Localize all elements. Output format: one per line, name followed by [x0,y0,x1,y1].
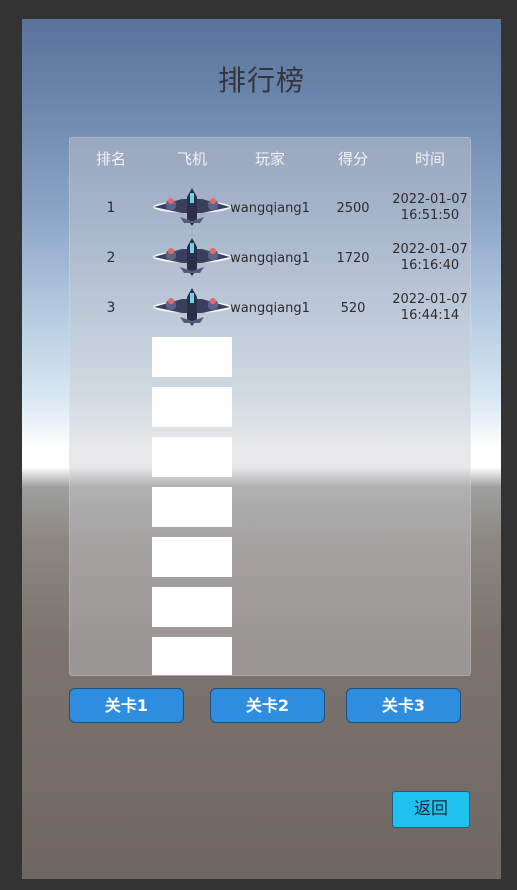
empty-plane-slot [152,387,232,427]
row-time: 2022-01-07 16:16:40 [388,242,472,274]
row-clock: 16:44:14 [400,308,460,323]
header-plane: 飞机 [176,150,207,168]
row-clock: 16:16:40 [400,258,460,273]
leaderboard-panel: 排名 飞机 玩家 得分 时间 1 wangqiang1 2500 2022-01… [69,137,471,676]
row-date: 2022-01-07 [392,242,468,257]
row-score: 2500 [336,201,370,216]
row-player: wangqiang1 [230,301,310,316]
row-score: 1720 [336,251,370,266]
header-time: 时间 [414,150,445,168]
row-date: 2022-01-07 [392,192,468,207]
back-button[interactable]: 返回 [392,791,470,828]
empty-plane-slot [152,487,232,527]
row-player: wangqiang1 [230,251,310,266]
fighter-jet-icon [152,287,232,327]
empty-plane-slot [152,437,232,477]
empty-plane-slot [152,537,232,577]
page-title: 排行榜 [217,64,305,97]
row-player: wangqiang1 [230,201,310,216]
row-clock: 16:51:50 [400,208,460,223]
empty-plane-slot [152,587,232,627]
row-time: 2022-01-07 16:51:50 [388,192,472,224]
header-rank: 排名 [95,150,126,168]
row-rank: 2 [106,250,116,266]
row-rank: 1 [106,200,116,216]
row-time: 2022-01-07 16:44:14 [388,292,472,324]
row-rank: 3 [106,300,116,316]
empty-plane-slot [152,637,232,675]
fighter-jet-icon [152,187,232,227]
row-date: 2022-01-07 [392,292,468,307]
header-score: 得分 [337,150,368,168]
empty-plane-slot [152,337,232,377]
fighter-jet-icon [152,237,232,277]
level-3-button[interactable]: 关卡3 [346,688,461,723]
row-score: 520 [340,301,366,316]
game-screen: 排行榜 排名 飞机 玩家 得分 时间 1 wangqiang1 2500 202… [22,19,501,879]
header-player: 玩家 [254,150,285,168]
level-2-button[interactable]: 关卡2 [210,688,325,723]
level-1-button[interactable]: 关卡1 [69,688,184,723]
